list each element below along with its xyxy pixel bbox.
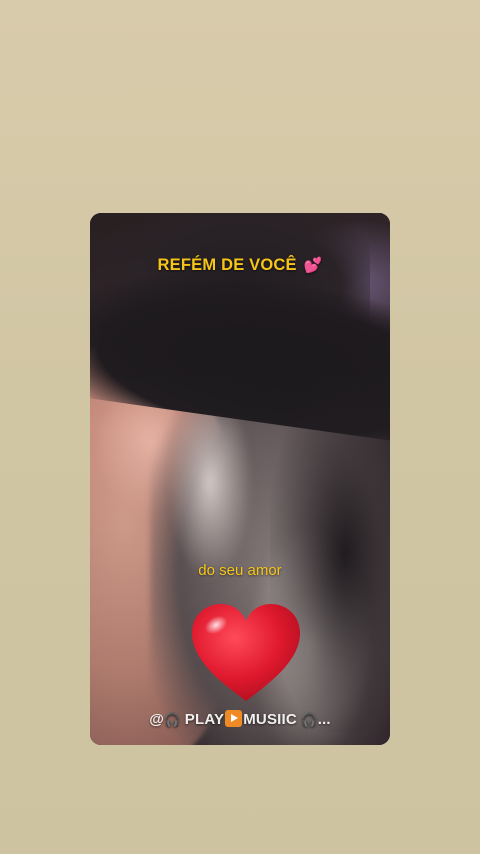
headphones-icon: 🎧 xyxy=(164,712,181,727)
watermark-at: @ xyxy=(149,711,165,728)
heart-icon xyxy=(192,604,300,701)
two-hearts-icon: 💕 xyxy=(303,257,323,274)
story-card[interactable]: REFÉM DE VOCÊ 💕 do seu amor @🎧 PLAY MUSII… xyxy=(90,213,390,745)
watermark-play: PLAY xyxy=(184,711,225,728)
watermark-ellipsis: ... xyxy=(317,711,331,728)
caption-lyric: do seu amor xyxy=(198,562,282,579)
headphones-icon-tail: 🎧 xyxy=(301,712,318,727)
caption-title: REFÉM DE VOCÊ 💕 xyxy=(90,256,390,275)
play-button-icon xyxy=(225,710,243,727)
watermark-music: MUSIIC xyxy=(243,711,297,728)
watermark: @🎧 PLAY MUSIIC 🎧... xyxy=(90,710,390,728)
caption-title-text: REFÉM DE VOCÊ xyxy=(157,256,297,274)
